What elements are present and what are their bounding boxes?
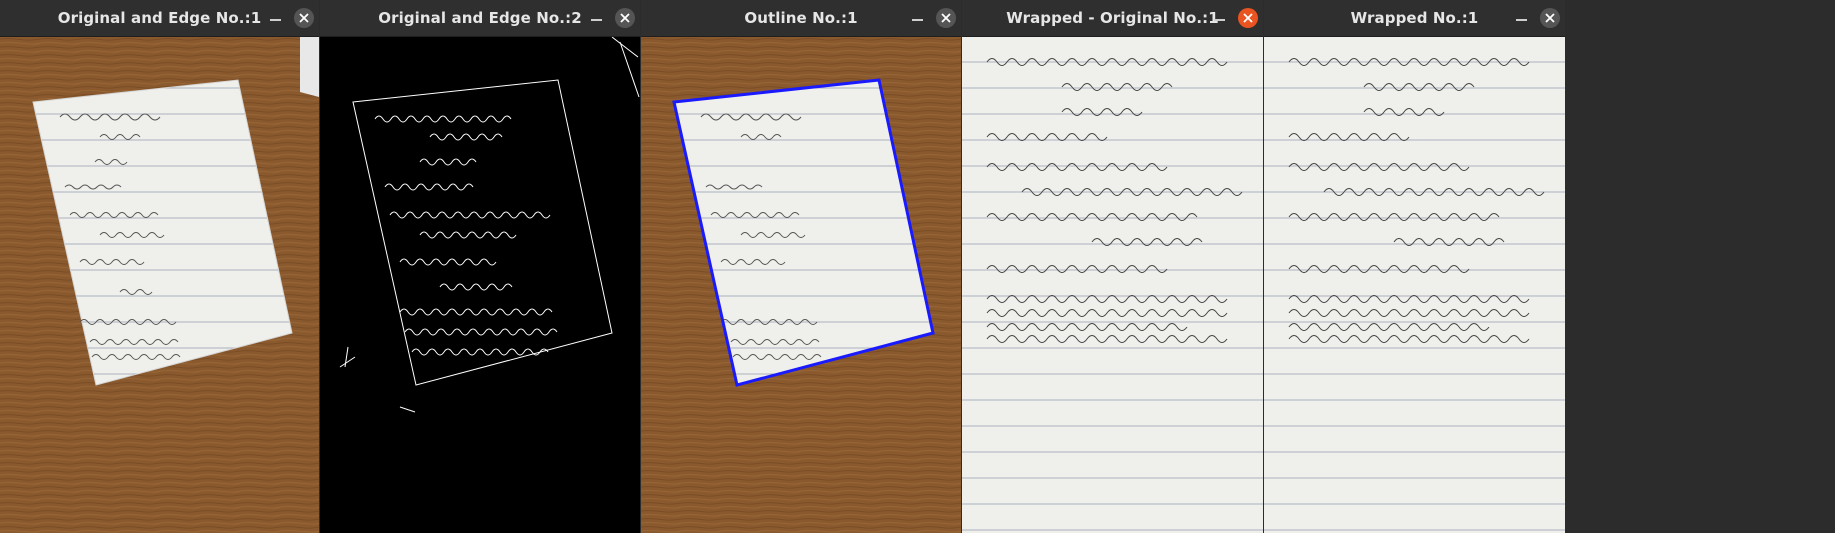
close-button[interactable] [294,8,314,28]
minimize-button[interactable] [906,0,930,36]
minimize-button[interactable] [585,0,609,36]
close-button[interactable] [1238,8,1258,28]
window-outline-1[interactable]: Outline No.:1 [641,0,961,533]
titlebar[interactable]: Wrapped - Original No.:1 [962,0,1263,37]
close-icon [620,13,630,23]
warped-page-icon [962,37,1263,533]
window-original-edge-1[interactable]: Original and Edge No.:1 [0,0,319,533]
window-wrapped-original-1[interactable]: Wrapped - Original No.:1 [962,0,1263,533]
image-view-outline [641,37,961,533]
minimize-icon [270,19,281,21]
minimize-button[interactable] [1208,0,1232,36]
edge-map-icon [320,37,640,533]
minimize-icon [591,19,602,21]
warped-page-icon [1264,37,1565,533]
titlebar[interactable]: Original and Edge No.:2 [320,0,640,37]
close-icon [1545,13,1555,23]
titlebar[interactable]: Outline No.:1 [641,0,961,37]
close-button[interactable] [1540,8,1560,28]
image-view-edges [320,37,640,533]
minimize-button[interactable] [264,0,288,36]
photo-table-icon [0,37,319,533]
photo-outline-icon [641,37,961,533]
desktop-background [1565,0,1835,533]
close-button[interactable] [936,8,956,28]
close-icon [941,13,951,23]
image-view-warped [962,37,1263,533]
close-icon [1243,13,1253,23]
window-wrapped-1[interactable]: Wrapped No.:1 [1264,0,1835,533]
minimize-icon [1214,19,1225,21]
minimize-icon [1516,19,1527,21]
window-original-edge-2[interactable]: Original and Edge No.:2 [320,0,640,533]
titlebar[interactable]: Original and Edge No.:1 [0,0,319,37]
minimize-icon [912,19,923,21]
image-view-photo [0,37,319,533]
image-view-warped [1264,37,1565,533]
minimize-button[interactable] [1510,0,1534,36]
close-icon [299,13,309,23]
close-button[interactable] [615,8,635,28]
